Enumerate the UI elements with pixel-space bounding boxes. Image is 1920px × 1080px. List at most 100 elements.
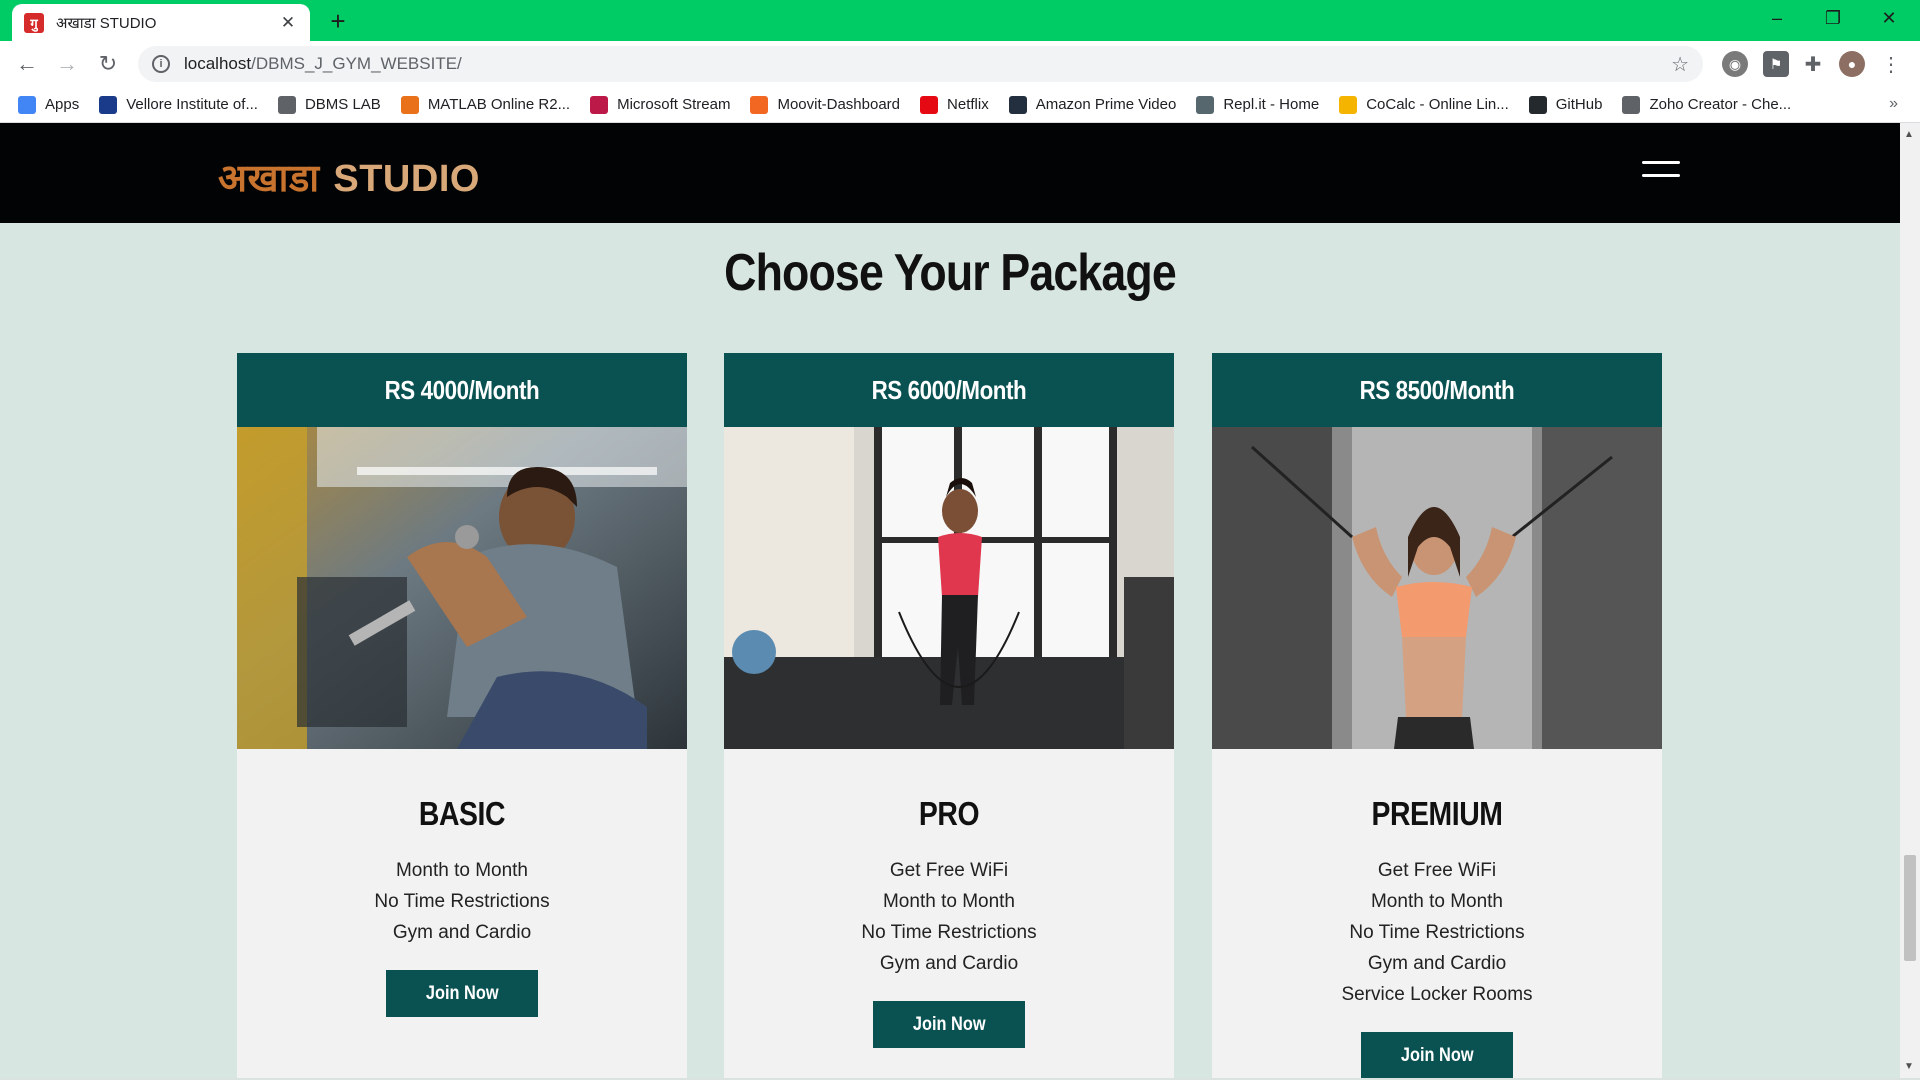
package-card-pro: RS 6000/Month PRO Get Free WiFi Month to…	[724, 353, 1174, 1078]
github-icon	[1528, 95, 1547, 114]
scroll-up-arrow-icon[interactable]: ▲	[1904, 129, 1914, 140]
bookmark-label: Apps	[45, 96, 80, 113]
back-button[interactable]: ←	[12, 49, 42, 79]
feature-item: Month to Month	[395, 860, 529, 881]
bookmark-item[interactable]: MATLAB Online R2...	[400, 95, 571, 114]
address-bar[interactable]: i localhost/DBMS_J_GYM_WEBSITE/ ☆	[138, 46, 1703, 82]
moovit-icon	[750, 95, 769, 114]
url-path: /DBMS_J_GYM_WEBSITE/	[251, 54, 462, 73]
bookmark-item[interactable]: Apps	[18, 95, 80, 114]
join-now-label: Join Now	[912, 1013, 986, 1035]
site-logo[interactable]: अखाडा STUDIO	[218, 151, 480, 203]
feature-item: Month to Month	[1370, 891, 1504, 912]
close-window-button[interactable]: ✕	[1866, 4, 1912, 32]
feature-list: Month to Month No Time Restrictions Gym …	[237, 855, 687, 948]
cocalc-icon	[1339, 95, 1358, 114]
globe-icon	[277, 95, 296, 114]
package-name: PREMIUM	[1371, 795, 1503, 832]
netflix-icon	[920, 95, 939, 114]
feature-item: No Time Restrictions	[374, 891, 550, 912]
bookmark-label: MATLAB Online R2...	[427, 96, 571, 113]
join-now-label: Join Now	[425, 982, 499, 1004]
vit-icon	[99, 95, 118, 114]
bookmark-item[interactable]: Repl.it - Home	[1196, 95, 1320, 114]
feature-item: Get Free WiFi	[889, 860, 1009, 881]
extension-off-icon[interactable]: ⚑	[1763, 51, 1789, 77]
url-text[interactable]: localhost/DBMS_J_GYM_WEBSITE/	[184, 54, 1671, 74]
package-price: RS 8500/Month	[1359, 374, 1515, 405]
bookmark-star-icon[interactable]: ☆	[1671, 52, 1689, 77]
extension-compass-icon[interactable]: ◉	[1722, 51, 1748, 77]
page-scrollbar[interactable]: ▲ ▼	[1900, 123, 1920, 1078]
more-bookmarks-icon[interactable]: »	[1889, 95, 1898, 113]
feature-item: Month to Month	[882, 891, 1016, 912]
bookmark-label: Moovit-Dashboard	[777, 96, 901, 113]
new-tab-button[interactable]: +	[326, 6, 350, 36]
url-host: localhost	[184, 54, 252, 73]
scrollbar-thumb[interactable]	[1904, 855, 1916, 961]
package-name: BASIC	[418, 795, 506, 832]
site-header: अखाडा STUDIO	[0, 123, 1900, 223]
bookmark-label: Repl.it - Home	[1223, 96, 1320, 113]
package-photo-premium	[1212, 427, 1662, 749]
bookmark-label: Zoho Creator - Che...	[1649, 96, 1792, 113]
site-favicon-icon: गु	[24, 12, 44, 33]
bookmark-item[interactable]: Microsoft Stream	[590, 95, 731, 114]
feature-item: Gym and Cardio	[879, 953, 1019, 974]
package-photo-pro	[724, 427, 1174, 749]
join-now-button-pro[interactable]: Join Now	[872, 1001, 1026, 1048]
tab-title: अखाडा STUDIO	[56, 14, 157, 32]
join-now-button-basic[interactable]: Join Now	[385, 970, 539, 1017]
feature-item: Gym and Cardio	[1367, 953, 1507, 974]
bookmark-item[interactable]: Amazon Prime Video	[1008, 95, 1177, 114]
package-price: RS 6000/Month	[871, 374, 1027, 405]
logo-devanagari: अखाडा	[218, 156, 320, 200]
card-header: RS 8500/Month	[1212, 353, 1662, 427]
section-title: Choose Your Package	[724, 244, 1177, 302]
matlab-icon	[400, 95, 419, 114]
bookmark-label: DBMS LAB	[304, 96, 381, 113]
package-name: PRO	[918, 795, 980, 832]
close-tab-icon[interactable]: ✕	[278, 13, 298, 33]
restore-window-button[interactable]: ❐	[1810, 4, 1856, 32]
amazon-icon	[1008, 95, 1027, 114]
browser-tab[interactable]: गु अखाडा STUDIO ✕	[12, 4, 310, 41]
browser-menu-icon[interactable]: ⋮	[1878, 51, 1904, 77]
page-viewport: अखाडा STUDIO Choose Your Package RS 4000…	[0, 123, 1900, 1078]
bookmark-item[interactable]: CoCalc - Online Lin...	[1339, 95, 1509, 114]
bookmark-item[interactable]: Vellore Institute of...	[99, 95, 258, 114]
feature-item: Service Locker Rooms	[1341, 984, 1533, 1005]
bookmark-item[interactable]: Moovit-Dashboard	[750, 95, 901, 114]
package-photo-basic	[237, 427, 687, 749]
forward-button[interactable]: →	[52, 49, 82, 79]
package-price: RS 4000/Month	[384, 374, 540, 405]
bookmark-label: GitHub	[1555, 96, 1603, 113]
profile-avatar[interactable]: ●	[1839, 51, 1865, 77]
bookmark-item[interactable]: GitHub	[1528, 95, 1603, 114]
card-header: RS 6000/Month	[724, 353, 1174, 427]
feature-item: Get Free WiFi	[1377, 860, 1497, 881]
minimize-window-button[interactable]: –	[1754, 4, 1800, 32]
scroll-down-arrow-icon[interactable]: ▼	[1904, 1061, 1914, 1072]
bookmark-label: CoCalc - Online Lin...	[1366, 96, 1509, 113]
feature-list: Get Free WiFi Month to Month No Time Res…	[724, 855, 1174, 979]
feature-list: Get Free WiFi Month to Month No Time Res…	[1212, 855, 1662, 1010]
join-now-button-premium[interactable]: Join Now	[1360, 1032, 1514, 1078]
site-info-icon[interactable]: i	[152, 55, 170, 73]
browser-toolbar: ← → ↻ i localhost/DBMS_J_GYM_WEBSITE/ ☆ …	[0, 41, 1920, 87]
card-header: RS 4000/Month	[237, 353, 687, 427]
bookmark-item[interactable]: DBMS LAB	[277, 95, 381, 114]
bookmark-item[interactable]: Zoho Creator - Che...	[1622, 95, 1792, 114]
reload-button[interactable]: ↻	[93, 49, 123, 79]
extensions-puzzle-icon[interactable]: ✚	[1800, 51, 1826, 77]
hamburger-menu-icon[interactable]	[1642, 161, 1682, 183]
logo-studio: STUDIO	[333, 158, 480, 200]
bookmark-label: Amazon Prime Video	[1035, 96, 1177, 113]
package-card-premium: RS 8500/Month PREMIUM Get Free WiFi Mont…	[1212, 353, 1662, 1078]
join-now-label: Join Now	[1400, 1044, 1474, 1066]
bookmark-label: Microsoft Stream	[617, 96, 731, 113]
feature-item: No Time Restrictions	[1349, 922, 1525, 943]
bookmark-item[interactable]: Netflix	[920, 95, 989, 114]
bookmarks-bar: Apps Vellore Institute of... DBMS LAB MATLA…	[0, 87, 1920, 123]
browser-titlebar: गु अखाडा STUDIO ✕ + – ❐ ✕	[0, 0, 1920, 41]
